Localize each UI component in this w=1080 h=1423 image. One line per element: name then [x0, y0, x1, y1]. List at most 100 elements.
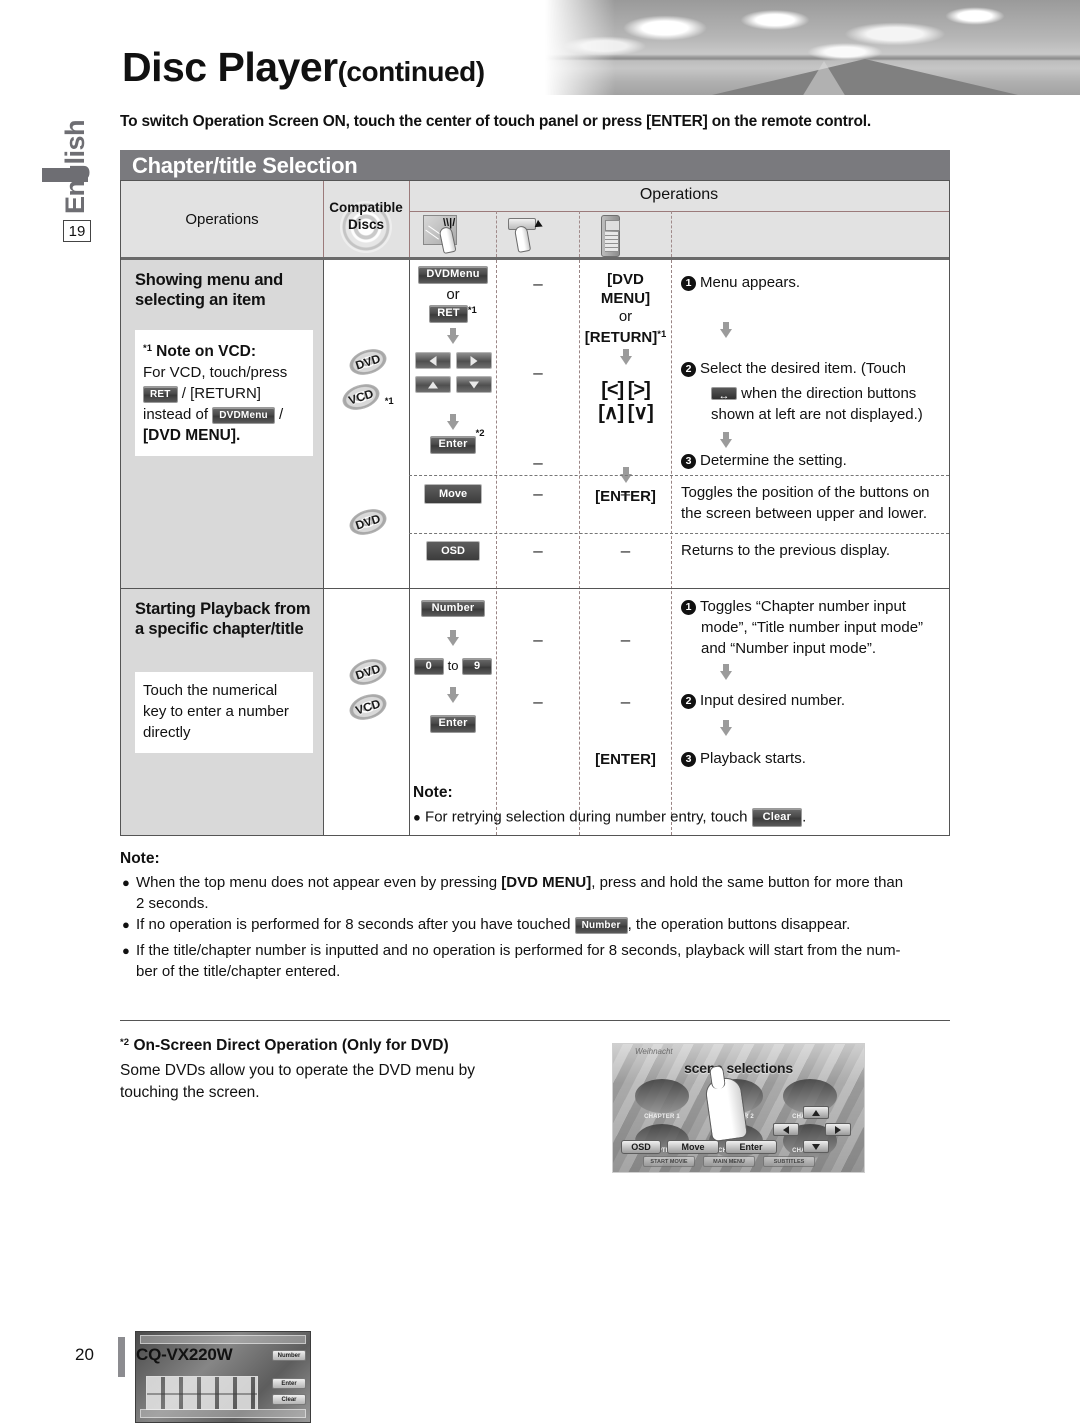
- dir-left-button[interactable]: [415, 352, 451, 370]
- head-divider-3: [496, 211, 497, 257]
- step-badge-1: 1: [681, 276, 696, 291]
- onscreen-top-rule: [120, 1020, 950, 1021]
- row1-remote-return: [RETURN]: [584, 329, 658, 346]
- number-button-note[interactable]: Number: [574, 916, 628, 934]
- footer-model: CQ-VX220W: [136, 1345, 233, 1364]
- page-title: Disc Player(continued): [122, 44, 485, 91]
- section-title: Chapter/title Selection: [132, 153, 358, 178]
- row3-step2: 2 Input desired number.: [681, 690, 961, 711]
- dir-up-button[interactable]: [415, 376, 451, 394]
- row1-discs-star: *1: [384, 396, 394, 407]
- col-header-discs-line1: Compatible: [329, 200, 403, 215]
- chapter-page-chip: 19: [63, 220, 91, 242]
- vcd-disc-icon: VCD: [339, 379, 384, 415]
- screen-up-button[interactable]: [803, 1106, 829, 1119]
- row1-remote-arrow-1: [582, 349, 669, 365]
- osd-button[interactable]: OSD: [426, 541, 480, 561]
- screen-start-movie-button[interactable]: START MOVIE: [643, 1156, 695, 1167]
- row3-arrow-1: [413, 630, 493, 646]
- row3-discs: DVD VCD: [333, 654, 403, 725]
- row1-note-line3: instead of: [143, 406, 209, 423]
- dir-right-button[interactable]: [456, 352, 492, 370]
- row1-note-line5: [DVD MENU].: [143, 427, 241, 444]
- head-rule: [409, 211, 949, 212]
- row1-step1: 1 Menu appears.: [681, 272, 946, 293]
- row3-note-header: Note:: [413, 784, 453, 801]
- row2-move-dash-2: –: [620, 484, 631, 503]
- screen-left-button[interactable]: [773, 1123, 799, 1136]
- head-divider-5: [671, 211, 672, 257]
- move-button[interactable]: Move: [423, 484, 483, 504]
- onscreen-heading: On-Screen Direct Operation (Only for DVD…: [133, 1037, 449, 1054]
- remote-control-icon: [587, 215, 662, 257]
- table-head: Operations Compatible Discs Operations \…: [121, 180, 949, 260]
- row1-touch-col: DVDMenu or RET *1 Enter *2: [413, 266, 493, 455]
- page-title-main: Disc Player: [122, 44, 338, 90]
- step-badge-2-row3: 2: [681, 694, 696, 709]
- row2-move-dash-1: –: [533, 484, 543, 503]
- table-body: Showing menu and selecting an item *1 No…: [121, 260, 949, 1423]
- note-item-1: ● When the top menu does not appear even…: [122, 874, 904, 912]
- enter-touch-button-row3[interactable]: Enter: [430, 715, 476, 734]
- chapter-thumb-1[interactable]: [635, 1079, 689, 1113]
- dvd-menu-button[interactable]: DVDMenu: [212, 406, 275, 424]
- row3-note-l1: Touch the numerical: [143, 682, 278, 699]
- ret-touch-button[interactable]: RET: [429, 305, 468, 324]
- four-way-icon[interactable]: [711, 386, 737, 407]
- row1-btn-dash-3: –: [533, 453, 543, 472]
- clear-button[interactable]: Clear: [751, 808, 803, 827]
- row3-note: Touch the numerical key to enter a numbe…: [135, 672, 313, 753]
- row1-btn-dash-2: –: [533, 363, 543, 382]
- footer-bar: [118, 1337, 125, 1377]
- row1-or-1: or: [446, 286, 460, 304]
- dir-down-button[interactable]: [456, 376, 492, 394]
- row1-sep-dashed: [409, 475, 949, 476]
- operations-table: Operations Compatible Discs Operations \…: [120, 180, 950, 1423]
- body-divider-4: [579, 260, 580, 835]
- row1-discs: DVD VCD *1: [333, 344, 403, 415]
- row3-note-l3: directly: [143, 724, 191, 741]
- language-side-tab: English: [58, 98, 90, 216]
- screenshot-watermark: Weihnacht: [635, 1047, 673, 1056]
- header-photo: [545, 0, 1080, 95]
- row3-note-l2: key to enter a number: [143, 703, 289, 720]
- step-badge-3-row3: 3: [681, 752, 696, 767]
- screen-osd-button[interactable]: OSD: [621, 1140, 661, 1154]
- body-divider-1: [323, 260, 324, 835]
- row1-note-title: Note on VCD:: [156, 343, 257, 360]
- screen-main-menu-button[interactable]: MAIN MENU: [703, 1156, 755, 1167]
- dvd-disc-icon-row3: DVD: [346, 654, 390, 690]
- row1-note-line1: For VCD, touch/press: [143, 364, 288, 381]
- nine-key[interactable]: 9: [462, 658, 493, 676]
- row3-touch-col: Number 0 to 9 Enter: [413, 600, 493, 734]
- col-header-compatible-discs: Compatible Discs: [323, 199, 409, 253]
- screen-subtitles-button[interactable]: SUBTITLES: [763, 1156, 815, 1167]
- head-divider-2: [409, 181, 410, 257]
- onscreen-star: *2: [120, 1037, 129, 1048]
- col-header-discs-line2: Discs: [347, 217, 385, 232]
- row3-step1: 1 Toggles “Chapter number input mode”, “T…: [681, 596, 961, 659]
- number-button[interactable]: Number: [420, 600, 486, 618]
- row1-ret-star: *1: [467, 305, 477, 317]
- row2-move-desc: Toggles the position of the buttons on t…: [681, 484, 930, 522]
- row2-discs: DVD: [333, 504, 403, 540]
- row1-enter-star: *2: [475, 428, 485, 440]
- enter-touch-button[interactable]: Enter: [430, 436, 476, 455]
- screen-right-button[interactable]: [825, 1123, 851, 1136]
- row2-left-cell: [121, 476, 323, 588]
- ret-button[interactable]: RET: [143, 385, 178, 403]
- row2-osd-dash-2: –: [620, 541, 631, 560]
- screen-down-button[interactable]: [803, 1140, 829, 1153]
- dvdmenu-touch-button[interactable]: DVDMenu: [418, 266, 488, 284]
- note-item-2: ● If no operation is performed for 8 sec…: [122, 916, 851, 934]
- body-divider-3: [496, 260, 497, 835]
- row1-note-line2: / [RETURN]: [181, 385, 261, 402]
- table-bottom-rule: [120, 835, 950, 836]
- row1-step3: 3 Determine the setting.: [681, 450, 956, 471]
- body-divider-2: [409, 260, 410, 835]
- intro-text: To switch Operation Screen ON, touch the…: [120, 113, 871, 130]
- screen-move-button[interactable]: Move: [667, 1140, 719, 1154]
- screen-enter-button[interactable]: Enter: [725, 1140, 777, 1154]
- dvd-menu-screenshot: Weihnacht scene selections CHAPTER 1 CHA…: [612, 1043, 865, 1173]
- zero-key[interactable]: 0: [413, 658, 444, 676]
